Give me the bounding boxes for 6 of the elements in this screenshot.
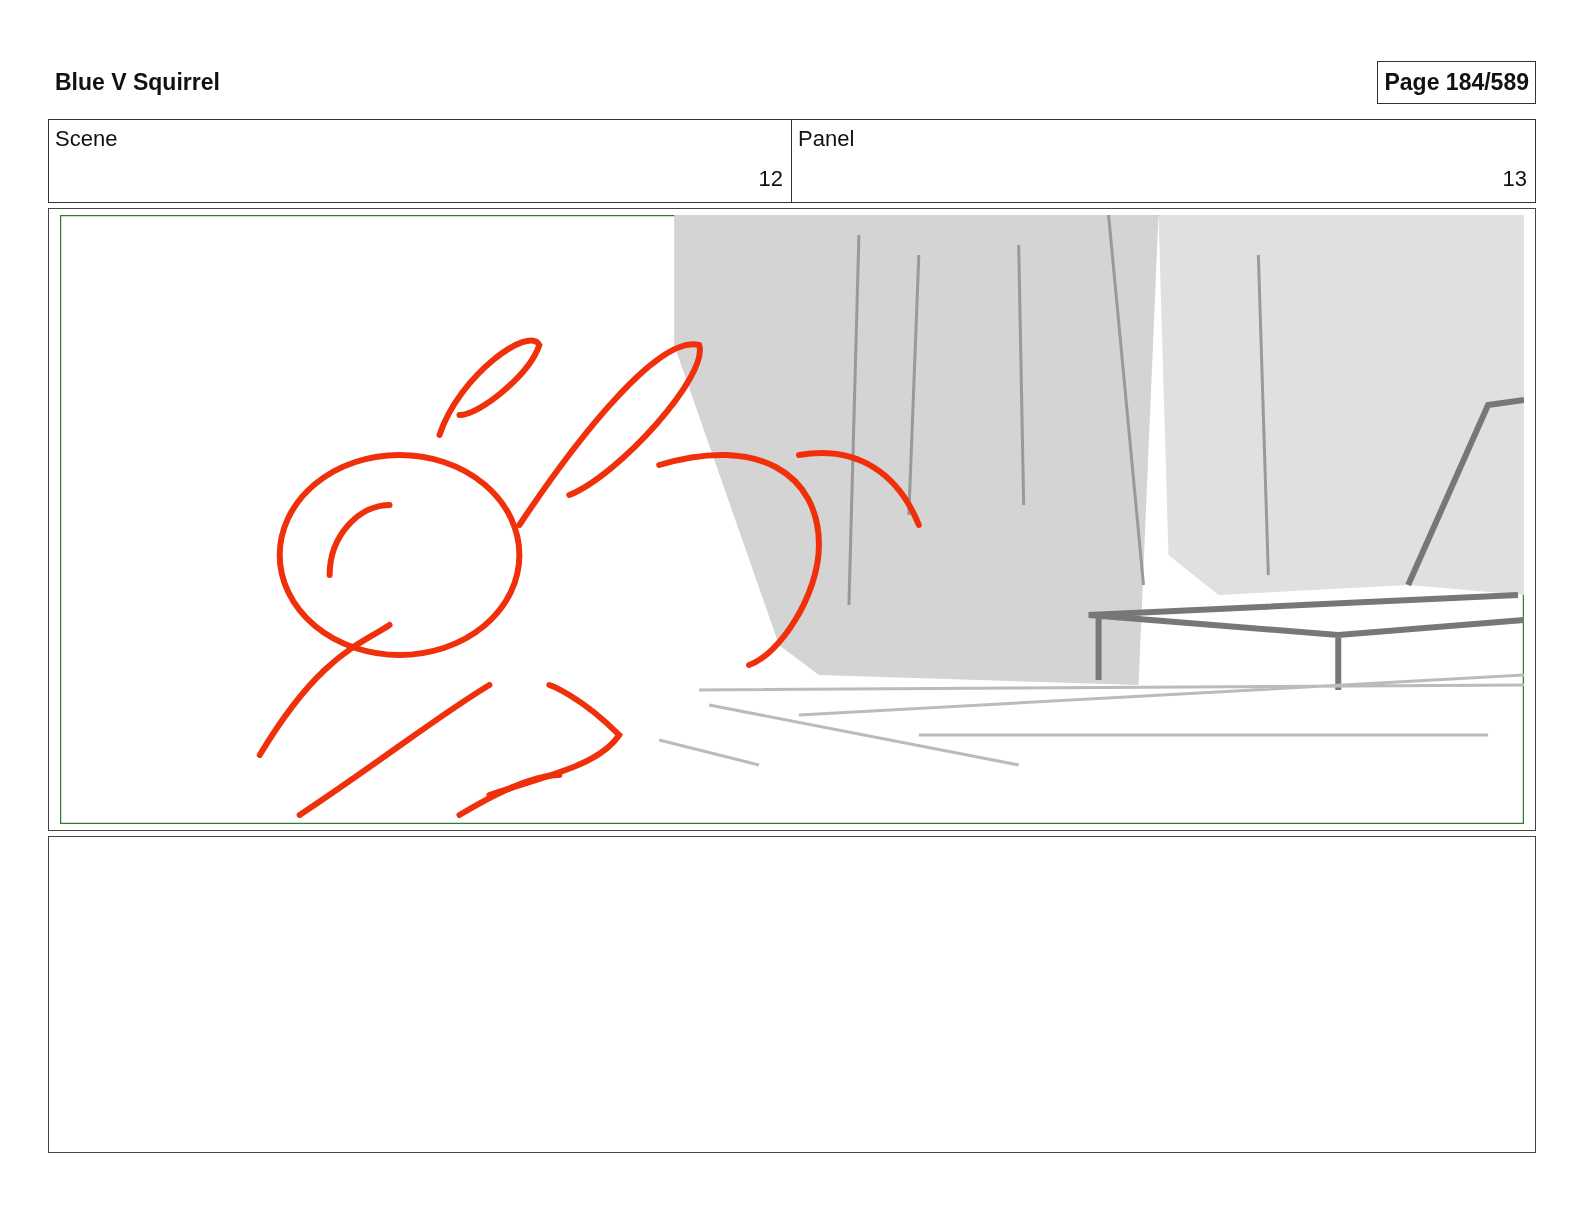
field-number: 13 <box>1501 166 1528 192</box>
page-number: Page 184/589 <box>1377 60 1536 104</box>
field-label: Panel <box>798 126 855 152</box>
field-label: Scene <box>55 126 118 152</box>
storyboard-title: Blue V Squirrel <box>55 68 220 96</box>
field-number: 12 <box>757 166 784 192</box>
